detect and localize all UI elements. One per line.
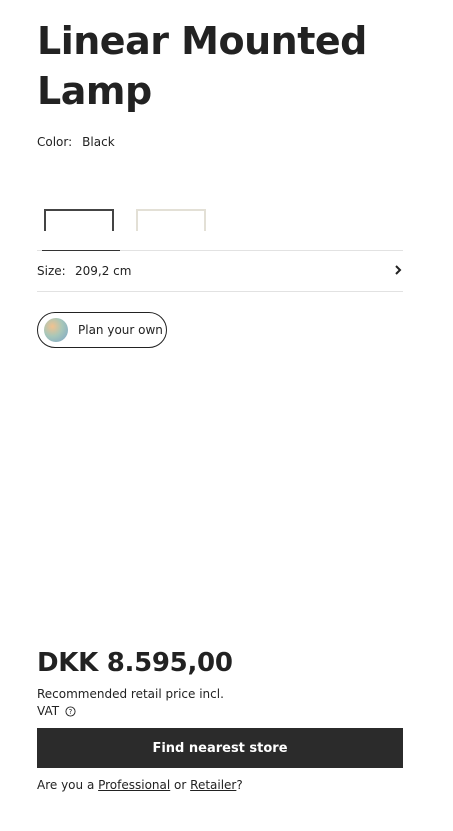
size-label: Size: xyxy=(37,264,66,278)
price-note: Recommended retail price incl. VAT ? xyxy=(37,686,237,720)
find-nearest-store-button[interactable]: Find nearest store xyxy=(37,728,403,768)
size-value: 209,2 cm xyxy=(75,264,132,278)
lamp-thumbnail xyxy=(44,209,114,231)
pro-middle: or xyxy=(170,778,191,792)
question-circle-icon[interactable]: ? xyxy=(65,706,76,717)
pro-prefix: Are you a xyxy=(37,778,99,792)
swatch-white[interactable] xyxy=(134,200,212,250)
price-note-text: Recommended retail price incl. xyxy=(37,687,224,701)
size-selector[interactable]: Size: 209,2 cm xyxy=(37,251,403,292)
retailer-link[interactable]: Retailer xyxy=(190,778,236,792)
vat-line: VAT ? xyxy=(37,703,76,720)
color-value: Black xyxy=(82,135,115,149)
gradient-circle-icon xyxy=(44,318,68,342)
price: DKK 8.595,00 xyxy=(37,648,233,678)
lamp-thumbnail xyxy=(136,209,206,231)
vat-text: VAT xyxy=(37,704,60,718)
product-title: Linear Mounted Lamp xyxy=(37,19,367,113)
professional-link[interactable]: Professional xyxy=(98,778,170,792)
professional-retailer-line: Are you a Professional or Retailer? xyxy=(37,778,243,792)
color-swatches xyxy=(37,200,403,251)
chevron-right-icon xyxy=(395,265,402,275)
swatch-black[interactable] xyxy=(42,200,120,251)
color-row: Color: Black xyxy=(37,135,115,149)
svg-text:?: ? xyxy=(69,708,73,716)
plan-your-own-button[interactable]: Plan your own xyxy=(37,312,167,348)
plan-label: Plan your own xyxy=(78,323,163,337)
pro-suffix: ? xyxy=(236,778,243,792)
color-label: Color: xyxy=(37,135,73,149)
